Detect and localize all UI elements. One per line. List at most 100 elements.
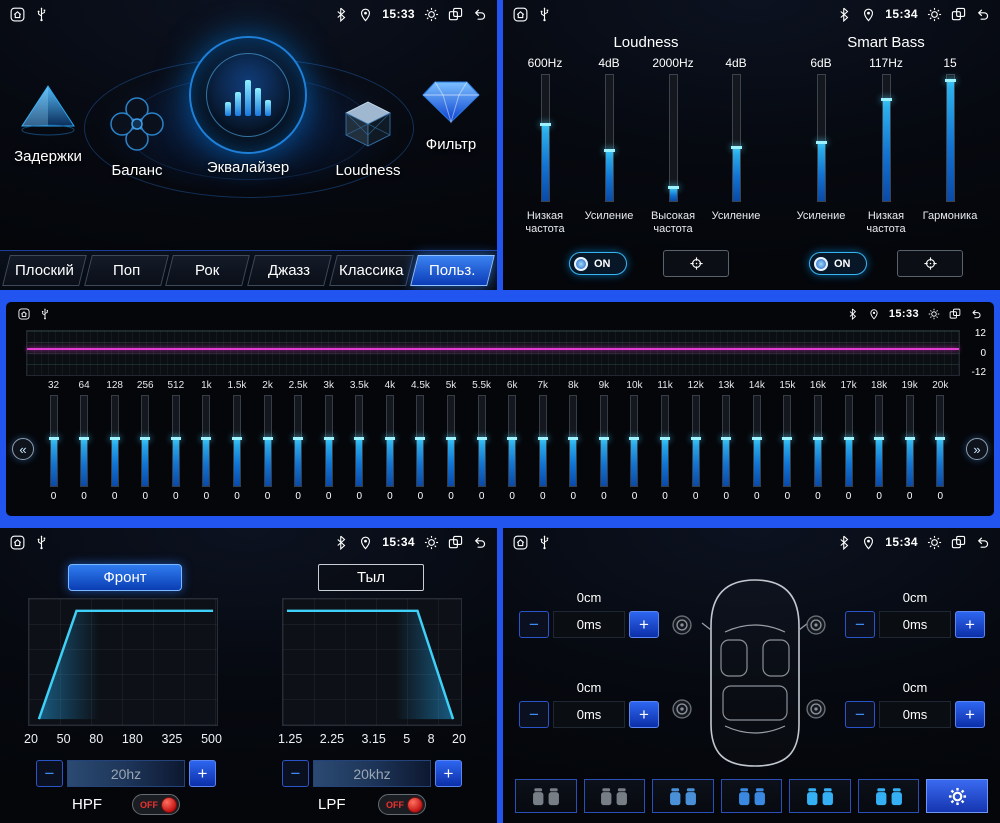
band-slider[interactable] xyxy=(79,395,90,487)
vertical-slider[interactable] xyxy=(944,74,956,202)
lpf-increase-button[interactable]: + xyxy=(435,760,462,787)
smart-bass-target-button[interactable] xyxy=(897,250,963,277)
position-button-5[interactable] xyxy=(789,779,851,813)
delay-increase-button[interactable]: + xyxy=(955,611,985,638)
back-icon[interactable] xyxy=(975,535,990,550)
hpf-frequency-slider[interactable]: 20hz xyxy=(67,760,185,787)
scroll-right-button[interactable]: » xyxy=(966,438,988,460)
eq-band[interactable]: 2k 0 xyxy=(254,380,281,514)
band-slider[interactable] xyxy=(293,395,304,487)
windows-icon[interactable] xyxy=(951,7,966,22)
tab-rear[interactable]: Тыл xyxy=(318,564,424,591)
band-slider[interactable] xyxy=(843,395,854,487)
delay-decrease-button[interactable]: − xyxy=(519,611,549,638)
eq-band[interactable]: 7k 0 xyxy=(529,380,556,514)
position-button-4[interactable] xyxy=(720,779,783,813)
delay-increase-button[interactable]: + xyxy=(629,611,659,638)
eq-band[interactable]: 4.5k 0 xyxy=(407,380,434,514)
preset-tab[interactable]: Классика xyxy=(328,255,414,286)
eq-band[interactable]: 20k 0 xyxy=(927,380,954,514)
band-slider[interactable] xyxy=(384,395,395,487)
position-button-2[interactable] xyxy=(583,779,646,813)
windows-icon[interactable] xyxy=(949,308,961,320)
vertical-slider[interactable] xyxy=(815,74,827,202)
position-button-6[interactable] xyxy=(857,779,920,813)
eq-band[interactable]: 256 0 xyxy=(132,380,159,514)
menu-item-equalizer[interactable]: Эквалайзер xyxy=(168,36,328,176)
lpf-decrease-button[interactable]: − xyxy=(282,760,309,787)
preset-tab[interactable]: Поп xyxy=(83,255,169,286)
delay-decrease-button[interactable]: − xyxy=(845,611,875,638)
eq-band[interactable]: 5.5k 0 xyxy=(468,380,495,514)
band-slider[interactable] xyxy=(231,395,242,487)
brightness-icon[interactable] xyxy=(424,7,439,22)
windows-icon[interactable] xyxy=(448,535,463,550)
band-slider[interactable] xyxy=(109,395,120,487)
delay-decrease-button[interactable]: − xyxy=(519,701,549,728)
menu-item-delays[interactable]: Задержки xyxy=(5,82,91,165)
tab-front[interactable]: Фронт xyxy=(68,564,182,591)
hpf-decrease-button[interactable]: − xyxy=(36,760,63,787)
eq-band[interactable]: 3k 0 xyxy=(315,380,342,514)
eq-band[interactable]: 9k 0 xyxy=(590,380,617,514)
band-slider[interactable] xyxy=(446,395,457,487)
windows-icon[interactable] xyxy=(448,7,463,22)
preset-tab[interactable]: Плоский xyxy=(2,255,87,286)
brightness-icon[interactable] xyxy=(927,7,942,22)
band-slider[interactable] xyxy=(354,395,365,487)
eq-band[interactable]: 11k 0 xyxy=(652,380,679,514)
band-slider[interactable] xyxy=(48,395,59,487)
menu-item-filter[interactable]: Фильтр xyxy=(408,76,494,153)
eq-band[interactable]: 1.5k 0 xyxy=(223,380,250,514)
eq-band[interactable]: 2.5k 0 xyxy=(285,380,312,514)
eq-band[interactable]: 32 0 xyxy=(40,380,67,514)
home-icon[interactable] xyxy=(10,7,25,22)
position-button-1[interactable] xyxy=(515,779,577,813)
back-icon[interactable] xyxy=(970,308,982,320)
band-slider[interactable] xyxy=(690,395,701,487)
delay-increase-button[interactable]: + xyxy=(629,701,659,728)
back-icon[interactable] xyxy=(472,7,487,22)
eq-band[interactable]: 18k 0 xyxy=(866,380,893,514)
eq-band[interactable]: 6k 0 xyxy=(499,380,526,514)
back-icon[interactable] xyxy=(472,535,487,550)
windows-icon[interactable] xyxy=(951,535,966,550)
home-icon[interactable] xyxy=(513,535,528,550)
eq-band[interactable]: 15k 0 xyxy=(774,380,801,514)
eq-band[interactable]: 14k 0 xyxy=(743,380,770,514)
eq-band[interactable]: 512 0 xyxy=(162,380,189,514)
band-slider[interactable] xyxy=(598,395,609,487)
eq-band[interactable]: 12k 0 xyxy=(682,380,709,514)
eq-band[interactable]: 1k 0 xyxy=(193,380,220,514)
band-slider[interactable] xyxy=(262,395,273,487)
band-slider[interactable] xyxy=(751,395,762,487)
menu-item-loudness[interactable]: Loudness xyxy=(318,96,418,179)
band-slider[interactable] xyxy=(935,395,946,487)
band-slider[interactable] xyxy=(568,395,579,487)
eq-band[interactable]: 128 0 xyxy=(101,380,128,514)
loudness-target-button[interactable] xyxy=(663,250,729,277)
vertical-slider[interactable] xyxy=(730,74,742,202)
eq-band[interactable]: 64 0 xyxy=(71,380,98,514)
band-slider[interactable] xyxy=(812,395,823,487)
brightness-icon[interactable] xyxy=(424,535,439,550)
vertical-slider[interactable] xyxy=(539,74,551,202)
band-slider[interactable] xyxy=(476,395,487,487)
band-slider[interactable] xyxy=(201,395,212,487)
eq-band[interactable]: 16k 0 xyxy=(804,380,831,514)
delay-settings-button[interactable] xyxy=(926,779,989,813)
eq-band[interactable]: 10k 0 xyxy=(621,380,648,514)
eq-band[interactable]: 8k 0 xyxy=(560,380,587,514)
vertical-slider[interactable] xyxy=(667,74,679,202)
lpf-off-toggle[interactable]: OFF xyxy=(378,794,426,815)
band-slider[interactable] xyxy=(782,395,793,487)
eq-band[interactable]: 19k 0 xyxy=(896,380,923,514)
position-button-3[interactable] xyxy=(652,779,714,813)
smart-bass-on-toggle[interactable]: ON xyxy=(809,252,867,275)
brightness-icon[interactable] xyxy=(928,308,940,320)
home-icon[interactable] xyxy=(18,308,30,320)
back-icon[interactable] xyxy=(975,7,990,22)
hpf-off-toggle[interactable]: OFF xyxy=(132,794,180,815)
band-slider[interactable] xyxy=(874,395,885,487)
band-slider[interactable] xyxy=(721,395,732,487)
